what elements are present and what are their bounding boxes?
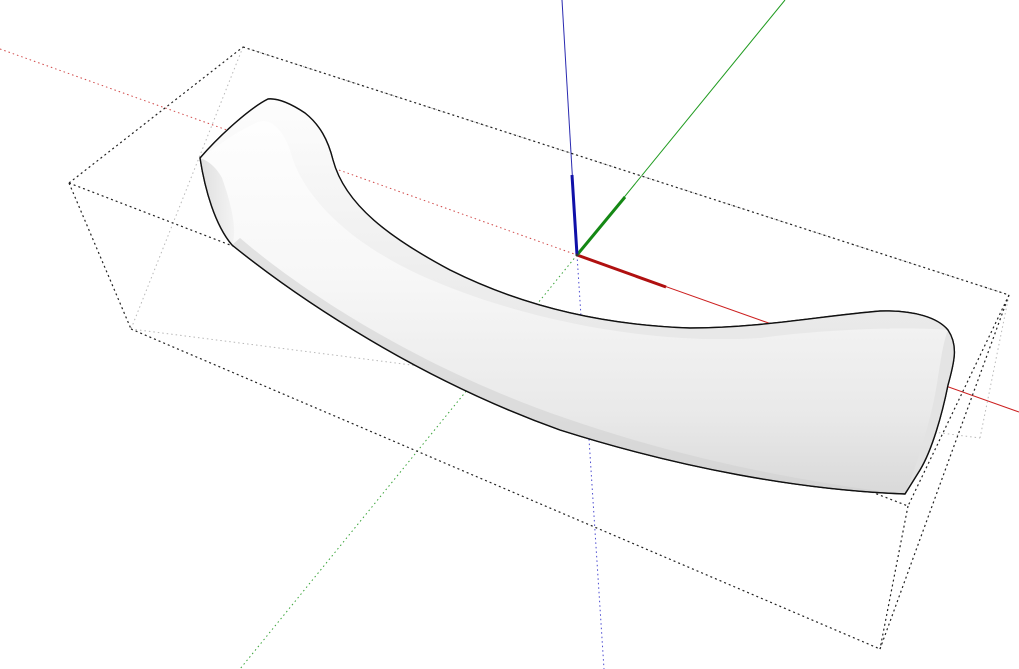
green-axis-thick-segment <box>575 196 627 256</box>
blue-axis-thick-segment <box>570 174 579 256</box>
sketchup-modeling-viewport[interactable] <box>0 0 1019 669</box>
curved-handle-model[interactable] <box>199 98 956 495</box>
red-axis-thick-segment <box>576 253 667 289</box>
scene-canvas[interactable] <box>0 0 1019 669</box>
axes-origin[interactable] <box>575 253 579 257</box>
